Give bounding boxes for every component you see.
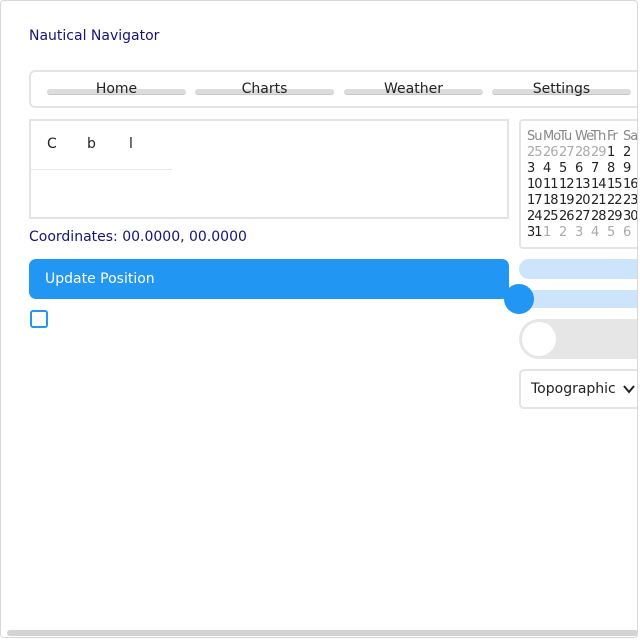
calendar-weekday: Th (591, 129, 606, 144)
calendar-day[interactable]: 5 (607, 225, 623, 241)
app-title: Nautical Navigator (29, 28, 160, 44)
map-style-select[interactable]: Topographic (519, 369, 637, 409)
calendar-day[interactable]: 8 (607, 161, 623, 177)
calendar-day[interactable]: 24 (527, 209, 543, 225)
progress-bar (519, 259, 637, 279)
calendar-day[interactable]: 6 (575, 161, 591, 177)
calendar-day[interactable]: 3 (575, 225, 591, 241)
app-window: Nautical Navigator Home Charts Weather S… (0, 0, 638, 638)
calendar-day[interactable]: 22 (607, 193, 623, 209)
slider-track[interactable] (519, 290, 637, 308)
calendar-day[interactable]: 16 (623, 177, 637, 193)
calendar-day[interactable]: 29 (607, 209, 623, 225)
calendar-weekday: Mo (543, 129, 561, 144)
calendar-day[interactable]: 19 (559, 193, 575, 209)
date-picker-calendar: Su Mo Tu We Th Fr Sa 25 26 27 28 29 1 2 3 4 5 6 7 8 9 10 11 12 1… (519, 119, 638, 249)
rich-text-editor: C b l (29, 119, 509, 219)
editor-toolbar: C b l (31, 121, 172, 170)
calendar-weekday: Su (527, 129, 543, 144)
calendar-week-row: 17 18 19 20 21 22 23 (527, 193, 637, 209)
editor-tool-c[interactable]: C (47, 136, 57, 152)
calendar-weekday-header: Su Mo Tu We Th Fr Sa (527, 129, 638, 145)
calendar-day[interactable]: 11 (543, 177, 559, 193)
nav-bar: Home Charts Weather Settings (29, 70, 637, 108)
calendar-day[interactable]: 4 (543, 161, 559, 177)
editor-tool-l[interactable]: l (129, 136, 133, 152)
nav-settings-button[interactable]: Settings (492, 72, 631, 106)
calendar-day[interactable]: 26 (543, 145, 559, 161)
calendar-day[interactable]: 27 (559, 145, 575, 161)
calendar-week-row: 25 26 27 28 29 1 2 (527, 145, 637, 161)
calendar-day[interactable]: 7 (591, 161, 607, 177)
toggle-knob (522, 322, 556, 356)
horizontal-scrollbar[interactable] (7, 630, 637, 636)
checkbox[interactable] (30, 310, 48, 328)
coordinates-value: 00.0000, 00.0000 (122, 229, 247, 245)
calendar-day[interactable]: 18 (543, 193, 559, 209)
calendar-day[interactable]: 5 (559, 161, 575, 177)
nav-weather-label: Weather (384, 81, 443, 97)
editor-tool-b[interactable]: b (87, 136, 96, 152)
calendar-day[interactable]: 17 (527, 193, 543, 209)
calendar-day[interactable]: 29 (591, 145, 607, 161)
calendar-week-row: 3456789 (527, 161, 637, 177)
nav-home-label: Home (95, 81, 138, 97)
calendar-weekday: Fr (607, 129, 618, 144)
calendar-day[interactable]: 15 (607, 177, 623, 193)
nav-weather-button[interactable]: Weather (344, 72, 483, 106)
calendar-day[interactable]: 27 (575, 209, 591, 225)
calendar-weekday: Sa (623, 129, 638, 144)
nav-charts-label: Charts (241, 81, 288, 97)
calendar-day[interactable]: 9 (623, 161, 637, 177)
calendar-week-row: 24 25 26 27 28 29 30 (527, 209, 637, 225)
coordinates-label: Coordinates: (29, 229, 118, 245)
calendar-weekday: Tu (559, 129, 572, 144)
calendar-day[interactable]: 28 (575, 145, 591, 161)
nav-home-button[interactable]: Home (47, 72, 186, 106)
coordinates-readout: Coordinates: 00.0000, 00.0000 (29, 229, 247, 245)
calendar-weekday: We (575, 129, 594, 144)
calendar-day[interactable]: 14 (591, 177, 607, 193)
calendar-day[interactable]: 12 (559, 177, 575, 193)
editor-content-area[interactable] (31, 171, 507, 217)
slider-thumb[interactable] (504, 284, 534, 314)
calendar-day[interactable]: 26 (559, 209, 575, 225)
calendar-day[interactable]: 2 (623, 145, 637, 161)
calendar-week-row: 10 11 12 13 14 15 16 (527, 177, 637, 193)
nav-settings-label: Settings (532, 81, 591, 97)
nav-charts-button[interactable]: Charts (195, 72, 334, 106)
calendar-day[interactable]: 28 (591, 209, 607, 225)
toggle-switch[interactable] (519, 319, 637, 359)
calendar-day[interactable]: 2 (559, 225, 575, 241)
chevron-down-icon (623, 385, 635, 394)
map-style-select-value: Topographic (531, 381, 616, 397)
calendar-day[interactable]: 3 (527, 161, 543, 177)
calendar-day[interactable]: 6 (623, 225, 637, 241)
calendar-day[interactable]: 4 (591, 225, 607, 241)
calendar-day[interactable]: 1 (607, 145, 623, 161)
calendar-day[interactable]: 23 (623, 193, 637, 209)
calendar-day[interactable]: 25 (543, 209, 559, 225)
calendar-day[interactable]: 20 (575, 193, 591, 209)
calendar-day[interactable]: 10 (527, 177, 543, 193)
calendar-day[interactable]: 25 (527, 145, 543, 161)
calendar-day[interactable]: 1 (543, 225, 559, 241)
calendar-day[interactable]: 21 (591, 193, 607, 209)
update-position-button[interactable]: Update Position (29, 259, 509, 299)
calendar-day[interactable]: 30 (623, 209, 637, 225)
calendar-week-row: 31 1 2 3 4 5 6 (527, 225, 637, 241)
calendar-day[interactable]: 13 (575, 177, 591, 193)
calendar-day[interactable]: 31 (527, 225, 543, 241)
